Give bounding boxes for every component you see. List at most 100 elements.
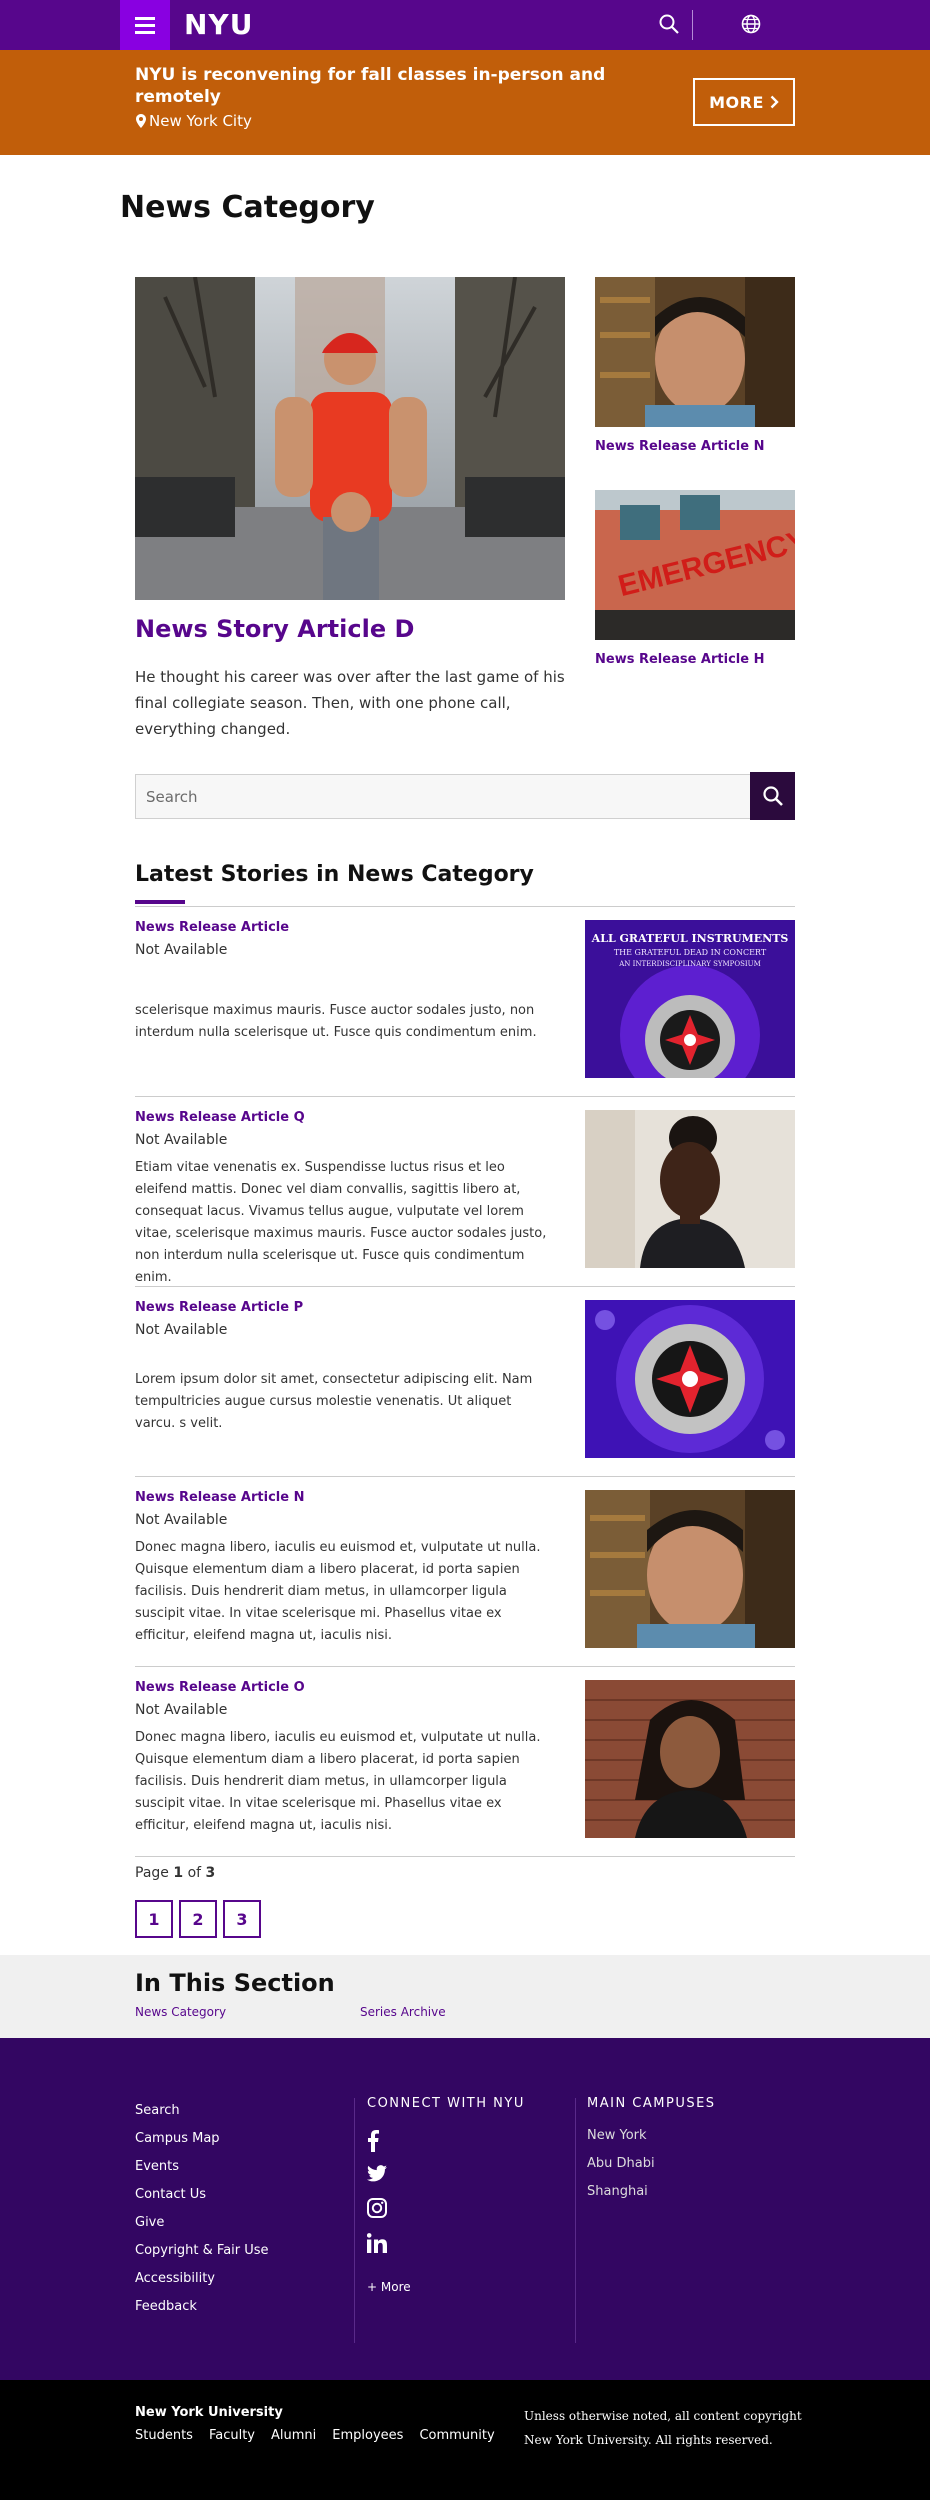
site-footer: Search Campus Map Events Contact Us Give… — [0, 2038, 930, 2380]
footer-link-copyright[interactable]: Copyright & Fair Use — [135, 2243, 269, 2258]
hamburger-menu-icon — [135, 16, 155, 20]
search-button[interactable] — [750, 772, 795, 820]
side-card-image[interactable]: EMERGENCY — [595, 490, 795, 640]
search-input[interactable] — [135, 774, 751, 819]
story-date: Not Available — [135, 1512, 228, 1528]
story-list-item[interactable]: News Release Article Not Available scele… — [135, 907, 795, 1097]
heading-accent — [135, 900, 185, 904]
map-pin-icon — [136, 114, 146, 128]
footer-divider — [575, 2098, 576, 2343]
page-title: News Category — [120, 190, 375, 225]
page-link-1[interactable]: 1 — [135, 1900, 173, 1938]
side-card-title[interactable]: News Release Article N — [595, 439, 795, 454]
pagination-total: 3 — [205, 1865, 216, 1881]
in-this-section-title: In This Section — [135, 1969, 335, 1997]
header-divider — [692, 10, 693, 40]
side-card[interactable]: News Release Article N — [595, 277, 795, 454]
hamburger-bar — [135, 30, 155, 34]
story-date: Not Available — [135, 1132, 228, 1148]
story-title[interactable]: News Release Article O — [135, 1680, 305, 1695]
story-title[interactable]: News Release Article Q — [135, 1110, 305, 1125]
story-list-item[interactable]: News Release Article N Not Available Don… — [135, 1477, 795, 1667]
campus-link-abu-dhabi[interactable]: Abu Dhabi — [587, 2156, 655, 2171]
story-image[interactable]: ALL GRATEFUL INSTRUMENTS THE GRATEFUL DE… — [585, 920, 795, 1078]
footer-link-events[interactable]: Events — [135, 2159, 179, 2174]
story-image[interactable] — [585, 1300, 795, 1458]
story-description: Lorem ipsum dolor sit amet, consectetur … — [135, 1372, 533, 1431]
search-icon[interactable] — [658, 13, 680, 35]
audience-link-faculty[interactable]: Faculty — [209, 2428, 255, 2443]
section-link-series-archive[interactable]: Series Archive — [360, 2005, 446, 2019]
story-description: Donec magna libero, iaculis eu euismod e… — [135, 1540, 541, 1643]
footer-link-search[interactable]: Search — [135, 2103, 180, 2118]
side-card-image[interactable] — [595, 277, 795, 427]
search-form — [135, 772, 795, 820]
footer-link-contact-us[interactable]: Contact Us — [135, 2187, 206, 2202]
footer-link-give[interactable]: Give — [135, 2215, 164, 2230]
footer-link-accessibility[interactable]: Accessibility — [135, 2271, 215, 2286]
featured-story-image[interactable] — [135, 277, 565, 600]
top-navigation-bar: NYU — [0, 0, 930, 50]
pagination-page-word: Page — [135, 1865, 169, 1881]
footer-link-campus-map[interactable]: Campus Map — [135, 2131, 220, 2146]
poster-subtitle-text: THE GRATEFUL DEAD IN CONCERT — [614, 948, 767, 957]
instagram-link[interactable] — [367, 2198, 387, 2218]
story-image[interactable] — [585, 1110, 795, 1268]
instagram-icon — [367, 2198, 387, 2218]
audience-link-community[interactable]: Community — [419, 2428, 494, 2443]
story-title[interactable]: News Release Article P — [135, 1300, 303, 1315]
story-description: Etiam vitae venenatis ex. Suspendisse lu… — [135, 1160, 547, 1285]
side-card[interactable]: EMERGENCY News Release Article H — [595, 490, 795, 667]
section-link-news-category[interactable]: News Category — [135, 2005, 226, 2019]
hamburger-menu-button[interactable] — [120, 0, 170, 50]
page-link-3[interactable]: 3 — [223, 1900, 261, 1938]
footer-links: Search Campus Map Events Contact Us Give… — [135, 2103, 269, 2327]
social-more-link[interactable]: + More — [367, 2280, 411, 2294]
story-list-item[interactable]: News Release Article P Not Available Lor… — [135, 1287, 795, 1477]
copyright-notice: Unless otherwise noted, all content copy… — [524, 2409, 802, 2447]
pagination-status: Page 1 of 3 — [135, 1865, 215, 1881]
university-name: New York University — [135, 2405, 283, 2420]
latest-stories-heading: Latest Stories in News Category — [135, 862, 534, 887]
audience-links: Students Faculty Alumni Employees Commun… — [135, 2428, 495, 2443]
connect-heading: CONNECT WITH NYU — [367, 2096, 525, 2111]
footer-divider — [354, 2098, 355, 2343]
pagination: 1 2 3 — [135, 1900, 261, 1938]
page-link-2[interactable]: 2 — [179, 1900, 217, 1938]
poster-title-text: ALL GRATEFUL INSTRUMENTS — [591, 932, 789, 945]
audience-link-employees[interactable]: Employees — [332, 2428, 403, 2443]
campus-link-new-york[interactable]: New York — [587, 2128, 647, 2143]
hamburger-bar — [135, 23, 155, 27]
story-description: Donec magna libero, iaculis eu euismod e… — [135, 1730, 541, 1833]
facebook-icon — [368, 2130, 379, 2152]
story-title[interactable]: News Release Article N — [135, 1490, 304, 1505]
twitter-link[interactable] — [367, 2165, 387, 2182]
nyu-logo[interactable]: NYU — [184, 8, 253, 41]
alert-location: New York City — [136, 112, 252, 130]
alert-message: NYU is reconvening for fall classes in-p… — [135, 65, 606, 107]
linkedin-link[interactable] — [367, 2233, 387, 2253]
more-button[interactable]: MORE — [693, 78, 795, 126]
story-image[interactable] — [585, 1490, 795, 1648]
story-title[interactable]: News Release Article — [135, 920, 289, 935]
audience-link-alumni[interactable]: Alumni — [271, 2428, 316, 2443]
audience-link-students[interactable]: Students — [135, 2428, 193, 2443]
alert-location-label: New York City — [149, 112, 252, 130]
facebook-link[interactable] — [367, 2130, 379, 2152]
footer-link-feedback[interactable]: Feedback — [135, 2299, 197, 2314]
story-list-item[interactable]: News Release Article Q Not Available Eti… — [135, 1097, 795, 1287]
pagination-of-word: of — [187, 1865, 202, 1881]
featured-story-title[interactable]: News Story Article D — [135, 615, 414, 643]
side-card-title[interactable]: News Release Article H — [595, 652, 795, 667]
story-image[interactable] — [585, 1680, 795, 1838]
globe-icon[interactable] — [740, 13, 762, 35]
story-date: Not Available — [135, 1322, 228, 1338]
story-description: scelerisque maximus mauris. Fusce auctor… — [135, 1003, 537, 1040]
story-list-item[interactable]: News Release Article O Not Available Don… — [135, 1667, 795, 1857]
campus-link-shanghai[interactable]: Shanghai — [587, 2184, 648, 2199]
linkedin-icon — [367, 2233, 387, 2253]
more-button-label: MORE — [709, 92, 764, 112]
poster-caption-text: AN INTERDISCIPLINARY SYMPOSIUM — [618, 960, 761, 968]
alert-banner: NYU is reconvening for fall classes in-p… — [0, 50, 930, 155]
in-this-section: In This Section News Category Series Arc… — [0, 1955, 930, 2038]
